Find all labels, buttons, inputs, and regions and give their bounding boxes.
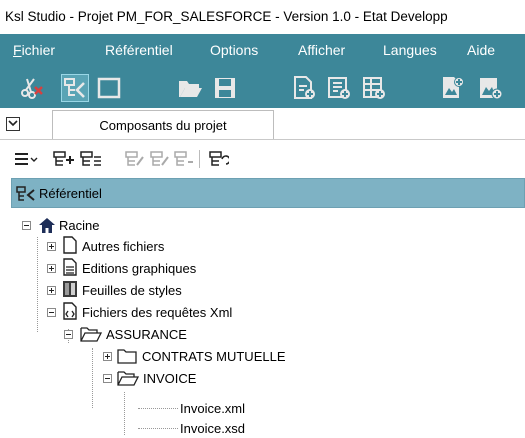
menu-aide-label: Aide xyxy=(467,42,496,58)
edit-node-disabled-icon xyxy=(150,151,170,167)
xml-file-icon xyxy=(63,302,77,320)
file-icon xyxy=(63,236,77,254)
tree-node-label: Editions graphiques xyxy=(82,261,197,276)
menu-aide[interactable]: Aide xyxy=(467,42,495,58)
tree-node-label: Invoice.xsd xyxy=(180,421,246,436)
image-add-icon[interactable] xyxy=(439,75,465,101)
document-add-icon[interactable] xyxy=(291,75,317,101)
folder-open-icon xyxy=(80,327,102,342)
chevron-down-icon xyxy=(8,120,18,127)
add-list-icon[interactable] xyxy=(80,151,102,167)
tree-toolbar xyxy=(0,140,525,178)
tree-node-invoice-xsd[interactable]: Invoice.xsd xyxy=(0,418,260,438)
tab-label: Composants du projet xyxy=(99,118,227,133)
tree-node-fichiers-requetes-xml[interactable]: Fichiers des requêtes Xml xyxy=(0,302,300,322)
report-icon xyxy=(63,258,77,276)
expand-toggle[interactable] xyxy=(47,264,56,273)
menu-langues-label: Langues xyxy=(383,42,437,58)
tree-node-label: CONTRATS MUTUELLE xyxy=(142,349,286,364)
repository-tree: Racine Autres fichiers Editions graphiqu… xyxy=(0,208,525,438)
tree-node-label: Racine xyxy=(59,218,100,233)
folder-icon xyxy=(117,349,137,364)
tree-node-root[interactable]: Racine xyxy=(0,216,200,236)
tree-node-feuilles-de-styles[interactable]: Feuilles de styles xyxy=(0,280,260,300)
collapse-toggle[interactable] xyxy=(22,221,31,230)
expand-toggle[interactable] xyxy=(47,242,56,251)
save-icon[interactable] xyxy=(212,75,238,101)
repository-title: Référentiel xyxy=(39,186,102,201)
home-icon xyxy=(39,218,55,233)
menu-bar: Fichier Référentiel Options Afficher Lan… xyxy=(0,34,525,68)
document-add-icon[interactable] xyxy=(326,75,352,101)
folder-open-icon xyxy=(117,371,139,386)
tree-node-assurance[interactable]: ASSURANCE xyxy=(0,324,260,344)
repository-icon xyxy=(16,186,35,201)
edit-node-icon xyxy=(125,151,145,167)
tree-node-label: Invoice.xml xyxy=(180,401,246,416)
add-node-icon[interactable] xyxy=(53,151,75,167)
repository-icon[interactable] xyxy=(61,74,89,102)
collapse-toggle[interactable] xyxy=(103,374,112,383)
menu-options-label: Options xyxy=(210,42,259,58)
folder-open-icon[interactable] xyxy=(177,75,203,101)
tree-node-contrats-mutuelle[interactable]: CONTRATS MUTUELLE xyxy=(0,346,340,366)
tree-node-label: Feuilles de styles xyxy=(82,283,182,298)
collapse-toggle[interactable] xyxy=(64,330,73,339)
refresh-tree-icon[interactable] xyxy=(209,151,231,167)
repository-header: Référentiel xyxy=(11,178,525,208)
tree-node-editions-graphiques[interactable]: Editions graphiques xyxy=(0,258,260,278)
menu-referentiel[interactable]: Référentiel xyxy=(105,42,173,58)
panel-dropdown-toggle[interactable] xyxy=(6,117,20,131)
window-title: Ksl Studio - Projet PM_FOR_SALESFORCE - … xyxy=(5,9,448,24)
menu-fichier-label: ichier xyxy=(21,42,56,58)
panel-tab-bar: Composants du projet xyxy=(0,108,525,140)
remove-node-disabled-icon xyxy=(174,151,194,167)
tree-node-label: INVOICE xyxy=(143,371,197,386)
tree-node-label: Fichiers des requêtes Xml xyxy=(82,305,233,320)
title-bar: Ksl Studio - Projet PM_FOR_SALESFORCE - … xyxy=(0,0,525,34)
window-icon[interactable] xyxy=(96,75,122,101)
tree-node-label: ASSURANCE xyxy=(106,327,187,342)
menu-options[interactable]: Options xyxy=(210,42,258,58)
menu-langues[interactable]: Langues xyxy=(383,42,437,58)
menu-afficher-label: Afficher xyxy=(298,42,346,58)
menu-afficher[interactable]: Afficher xyxy=(298,42,345,58)
list-dropdown-icon[interactable] xyxy=(14,151,38,167)
stylesheet-icon xyxy=(63,281,77,297)
tree-node-invoice[interactable]: INVOICE xyxy=(0,368,260,388)
image-add-icon[interactable] xyxy=(477,75,503,101)
main-toolbar xyxy=(0,68,525,108)
menu-referentiel-label: Référentiel xyxy=(105,42,173,58)
expand-toggle[interactable] xyxy=(103,352,112,361)
collapse-toggle[interactable] xyxy=(47,308,56,317)
tree-node-label: Autres fichiers xyxy=(82,239,165,254)
tree-node-invoice-xml[interactable]: Invoice.xml xyxy=(0,398,260,418)
grid-add-icon[interactable] xyxy=(361,75,387,101)
tree-node-autres-fichiers[interactable]: Autres fichiers xyxy=(0,236,260,256)
menu-fichier-accel: F xyxy=(13,42,22,58)
menu-fichier[interactable]: Fichier xyxy=(13,42,55,58)
tab-composants-du-projet[interactable]: Composants du projet xyxy=(52,110,274,139)
toolbar-separator xyxy=(199,150,200,168)
scissors-delete-icon[interactable] xyxy=(18,75,44,101)
expand-toggle[interactable] xyxy=(47,286,56,295)
